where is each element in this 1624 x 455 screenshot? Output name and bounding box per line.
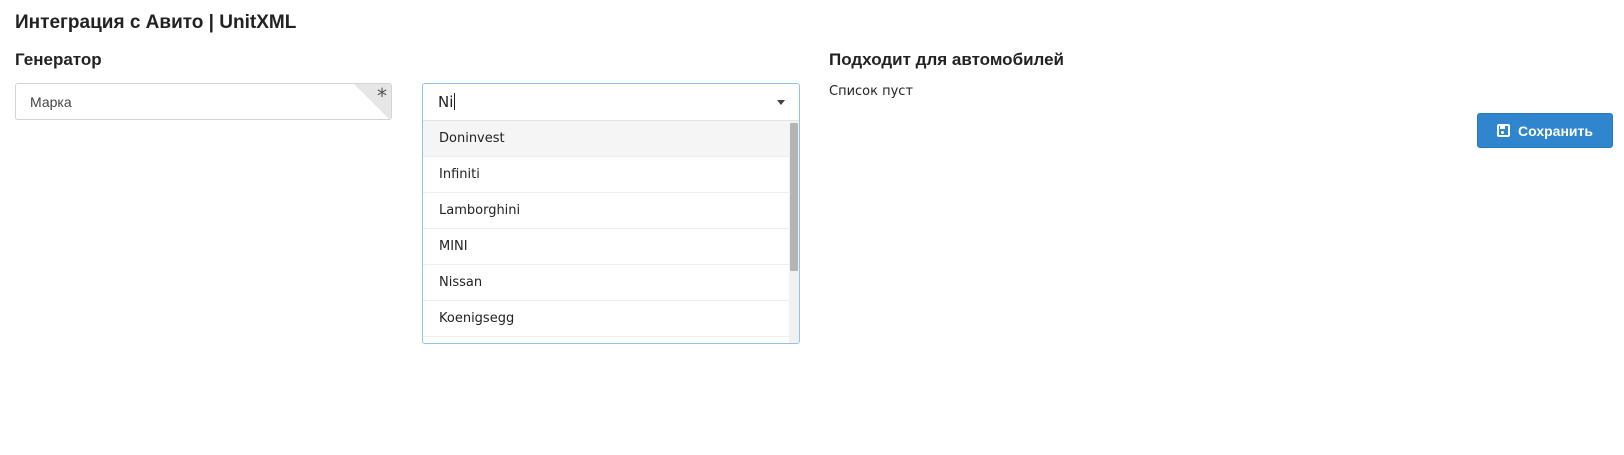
- options-list: Doninvest Infiniti Lamborghini MINI Niss…: [423, 121, 789, 337]
- page-title: Интеграция с Авито | UnitXML: [15, 12, 297, 33]
- options-scrollbar[interactable]: [789, 121, 799, 343]
- save-button[interactable]: Сохранить: [1477, 113, 1613, 148]
- option-lamborghini[interactable]: Lamborghini: [423, 193, 789, 229]
- required-asterisk-icon: *: [377, 84, 387, 108]
- option-mini[interactable]: MINI: [423, 229, 789, 265]
- floppy-disk-icon: [1497, 124, 1511, 137]
- page: Интеграция с Авито | UnitXML Генератор М…: [0, 0, 1624, 455]
- option-koenigsegg[interactable]: Koenigsegg: [423, 301, 789, 337]
- model-search-value: Ni: [438, 93, 456, 111]
- save-button-label: Сохранить: [1518, 122, 1593, 139]
- brand-field[interactable]: Марка *: [15, 83, 392, 120]
- text-cursor: [454, 93, 456, 110]
- model-combobox[interactable]: Ni Doninvest Infiniti Lamborghini MINI N…: [422, 83, 800, 344]
- scrollbar-thumb[interactable]: [790, 123, 798, 271]
- option-nissan[interactable]: Nissan: [423, 265, 789, 301]
- model-search-input[interactable]: Ni: [423, 84, 799, 121]
- empty-list-text: Список пуст: [829, 84, 914, 99]
- generator-title: Генератор: [15, 50, 102, 69]
- option-infiniti[interactable]: Infiniti: [423, 157, 789, 193]
- brand-placeholder: Марка: [30, 94, 72, 110]
- chevron-down-icon[interactable]: [777, 100, 785, 105]
- fits-title: Подходит для автомобилей: [829, 50, 1064, 69]
- option-doninvest[interactable]: Doninvest: [423, 121, 789, 157]
